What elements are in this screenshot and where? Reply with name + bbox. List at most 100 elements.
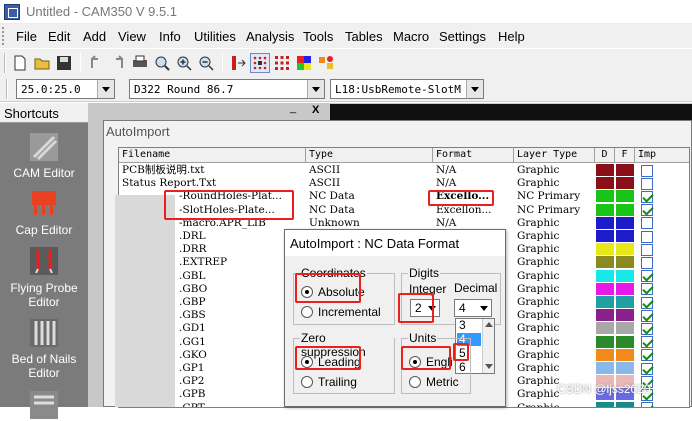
col-format[interactable]: Format bbox=[433, 148, 514, 163]
row-d-color[interactable] bbox=[596, 216, 614, 229]
menu-utilities[interactable]: Utilities bbox=[194, 29, 236, 44]
shortcut-bed-of-nails-editor[interactable]: Bed of Nails Editor bbox=[0, 352, 88, 380]
row-f-color[interactable] bbox=[616, 243, 634, 256]
menu-view[interactable]: View bbox=[118, 29, 146, 44]
menu-info[interactable]: Info bbox=[159, 29, 181, 44]
row-import-checkbox[interactable] bbox=[641, 336, 653, 349]
bed-of-nails-icon[interactable] bbox=[28, 317, 60, 349]
menu-analysis[interactable]: Analysis bbox=[246, 29, 294, 44]
row-d-color[interactable] bbox=[596, 256, 614, 269]
row-d-color[interactable] bbox=[596, 348, 614, 361]
row-f-color[interactable] bbox=[616, 322, 634, 335]
row-d-color[interactable] bbox=[596, 190, 614, 203]
row-f-color[interactable] bbox=[616, 203, 634, 216]
flying-probe-icon[interactable] bbox=[28, 245, 60, 277]
col-d[interactable]: D bbox=[595, 148, 615, 163]
col-f[interactable]: F bbox=[615, 148, 635, 163]
menu-macro[interactable]: Macro bbox=[393, 29, 429, 44]
row-import-checkbox[interactable] bbox=[641, 362, 653, 375]
row-d-color[interactable] bbox=[596, 230, 614, 242]
chevron-down-icon[interactable] bbox=[307, 80, 324, 98]
shortcut-cam-editor[interactable]: CAM Editor bbox=[0, 166, 88, 180]
row-f-color[interactable] bbox=[616, 401, 634, 407]
menu-edit[interactable]: Edit bbox=[48, 29, 70, 44]
layer-combo[interactable]: L18:UsbRemote-SlotM bbox=[330, 79, 484, 99]
close-button[interactable]: X bbox=[312, 104, 319, 116]
redo-icon[interactable] bbox=[108, 53, 128, 73]
menu-add[interactable]: Add bbox=[83, 29, 106, 44]
zoom-in-icon[interactable] bbox=[174, 53, 194, 73]
row-d-color[interactable] bbox=[596, 203, 614, 216]
row-d-color[interactable] bbox=[596, 296, 614, 308]
row-import-checkbox[interactable] bbox=[641, 309, 653, 322]
row-f-color[interactable] bbox=[616, 216, 634, 229]
shortcut-cap-editor[interactable]: Cap Editor bbox=[0, 223, 88, 237]
row-f-color[interactable] bbox=[616, 296, 634, 308]
row-d-color[interactable] bbox=[596, 309, 614, 322]
new-file-icon[interactable] bbox=[10, 53, 30, 73]
row-d-color[interactable] bbox=[596, 335, 614, 348]
menu-file[interactable]: File bbox=[16, 29, 37, 44]
row-import-checkbox[interactable] bbox=[641, 322, 653, 335]
decimal-select[interactable]: 4 bbox=[454, 299, 492, 317]
menu-tables[interactable]: Tables bbox=[345, 29, 383, 44]
row-f-color[interactable] bbox=[616, 335, 634, 348]
row-import-checkbox[interactable] bbox=[641, 177, 653, 190]
row-f-color[interactable] bbox=[616, 282, 634, 295]
col-filename[interactable]: Filename bbox=[119, 148, 306, 163]
row-f-color[interactable] bbox=[616, 362, 634, 374]
row-import-checkbox[interactable] bbox=[641, 256, 653, 269]
row-import-checkbox[interactable] bbox=[641, 217, 653, 230]
row-import-checkbox[interactable] bbox=[641, 164, 653, 177]
menu-help[interactable]: Help bbox=[498, 29, 525, 44]
col-imp[interactable]: Imp bbox=[635, 148, 689, 163]
row-import-checkbox[interactable] bbox=[641, 230, 653, 243]
row-import-checkbox[interactable] bbox=[641, 296, 653, 309]
row-d-color[interactable] bbox=[596, 164, 614, 176]
decimal-option-3[interactable]: 3 bbox=[457, 319, 481, 332]
snap-grid-icon[interactable] bbox=[272, 53, 292, 73]
chevron-down-icon[interactable] bbox=[477, 300, 491, 316]
row-d-color[interactable] bbox=[596, 362, 614, 374]
row-import-checkbox[interactable] bbox=[641, 283, 653, 296]
row-d-color[interactable] bbox=[596, 282, 614, 295]
zoom-combo[interactable]: 25.0:25.0 bbox=[16, 79, 115, 99]
metric-radio[interactable] bbox=[409, 376, 421, 388]
dcode-combo[interactable]: D322 Round 86.7 bbox=[129, 79, 325, 99]
row-f-color[interactable] bbox=[616, 348, 634, 361]
row-import-checkbox[interactable] bbox=[641, 190, 653, 203]
save-icon[interactable] bbox=[54, 53, 74, 73]
row-d-color[interactable] bbox=[596, 269, 614, 282]
scroll-down-icon[interactable] bbox=[485, 364, 493, 369]
col-type[interactable]: Type bbox=[306, 148, 433, 163]
row-f-color[interactable] bbox=[616, 230, 634, 242]
row-import-checkbox[interactable] bbox=[641, 243, 653, 256]
row-import-checkbox[interactable] bbox=[641, 402, 653, 407]
row-f-color[interactable] bbox=[616, 190, 634, 203]
row-f-color[interactable] bbox=[616, 269, 634, 282]
chevron-down-icon[interactable] bbox=[466, 80, 483, 98]
row-f-color[interactable] bbox=[616, 164, 634, 176]
next-tool-icon[interactable] bbox=[28, 389, 60, 421]
row-f-color[interactable] bbox=[616, 177, 634, 190]
row-d-color[interactable] bbox=[596, 322, 614, 335]
row-import-checkbox[interactable] bbox=[641, 270, 653, 283]
print-icon[interactable] bbox=[130, 53, 150, 73]
scroll-up-icon[interactable] bbox=[485, 322, 493, 327]
zoom-window-icon[interactable] bbox=[152, 53, 172, 73]
row-d-color[interactable] bbox=[596, 243, 614, 256]
col-layer-type[interactable]: Layer Type bbox=[514, 148, 595, 163]
undo-icon[interactable] bbox=[86, 53, 106, 73]
row-d-color[interactable] bbox=[596, 401, 614, 407]
incremental-radio[interactable] bbox=[301, 306, 313, 318]
open-folder-icon[interactable] bbox=[32, 53, 52, 73]
grid-icon[interactable] bbox=[250, 53, 270, 73]
cap-editor-icon[interactable] bbox=[28, 187, 60, 219]
row-f-color[interactable] bbox=[616, 256, 634, 269]
zoom-out-icon[interactable] bbox=[196, 53, 216, 73]
colors-icon[interactable] bbox=[294, 53, 314, 73]
row-import-checkbox[interactable] bbox=[641, 204, 653, 217]
row-d-color[interactable] bbox=[596, 177, 614, 190]
row-f-color[interactable] bbox=[616, 309, 634, 322]
menu-tools[interactable]: Tools bbox=[303, 29, 333, 44]
